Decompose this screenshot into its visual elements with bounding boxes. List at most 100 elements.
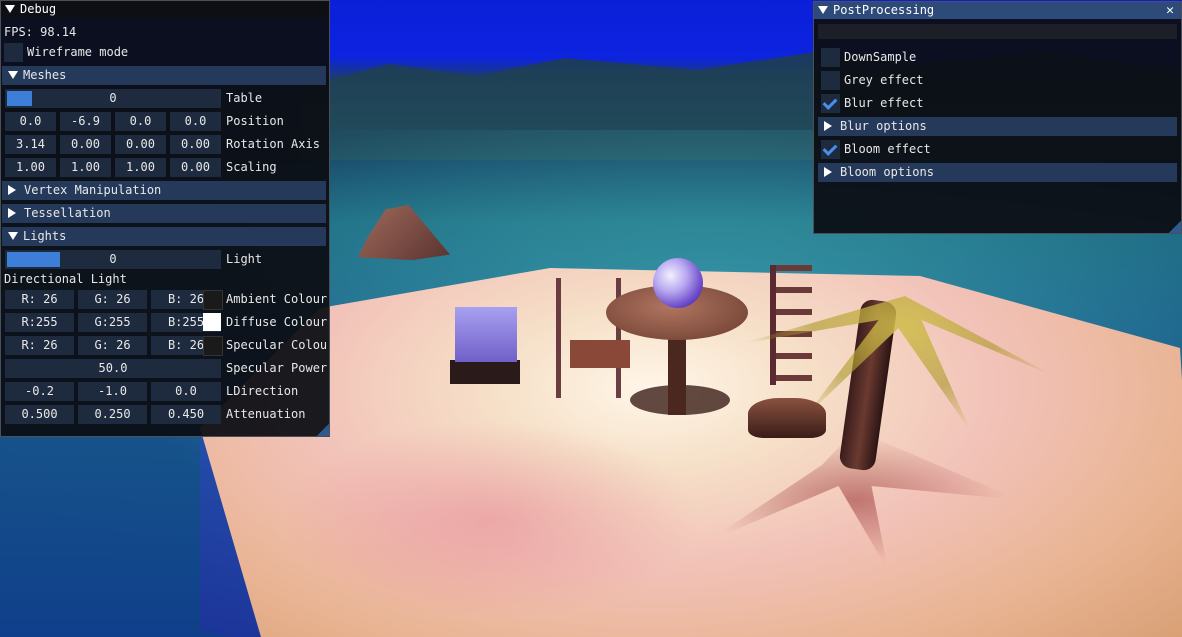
debug-titlebar[interactable]: Debug <box>1 1 329 18</box>
collapse-arrow-icon[interactable] <box>5 5 15 13</box>
blur-checkbox[interactable] <box>821 94 840 113</box>
meshes-header[interactable]: Meshes <box>2 66 326 85</box>
blur-row[interactable]: Blur effect <box>821 94 923 113</box>
attenuation-constant-field[interactable]: 0.500 <box>5 405 74 424</box>
specular-power-field[interactable]: 50.0 <box>5 359 221 378</box>
diffuse-color-swatch[interactable] <box>203 313 221 331</box>
close-icon[interactable]: ✕ <box>1163 2 1177 19</box>
pp-titlebar[interactable]: PostProcessing ✕ <box>814 2 1181 19</box>
collapse-arrow-icon[interactable] <box>818 6 828 14</box>
rotation-z-field[interactable]: 0.00 <box>115 135 166 154</box>
tessellation-header[interactable]: Tessellation <box>2 204 326 223</box>
ldirection-z-field[interactable]: 0.0 <box>151 382 221 401</box>
grey-label: Grey effect <box>844 73 924 87</box>
postprocessing-window[interactable]: PostProcessing ✕ DownSample Grey effect … <box>813 1 1182 234</box>
collapsed-arrow-icon <box>8 185 16 195</box>
expanded-arrow-icon <box>8 232 18 240</box>
ambient-r-field[interactable]: R: 26 <box>5 290 74 309</box>
bloom-options-label: Bloom options <box>840 165 934 179</box>
table-slider-value: 0 <box>109 91 117 105</box>
downsample-label: DownSample <box>844 50 917 64</box>
ambient-color-swatch[interactable] <box>203 290 223 310</box>
vertex-header-label: Vertex Manipulation <box>24 183 162 197</box>
light-label: Light <box>226 252 263 266</box>
ldirection-x-field[interactable]: -0.2 <box>5 382 74 401</box>
sphere <box>653 258 703 308</box>
collapsed-arrow-icon <box>824 121 832 131</box>
attenuation-linear-field[interactable]: 0.250 <box>78 405 147 424</box>
specular-g-field[interactable]: G: 26 <box>78 336 147 355</box>
slider-grab[interactable] <box>7 252 60 267</box>
fps-text: FPS: 98.14 <box>4 25 77 39</box>
scaling-z-field[interactable]: 1.00 <box>115 158 166 177</box>
box-base <box>450 360 520 384</box>
meshes-header-label: Meshes <box>23 68 67 82</box>
ambient-label: Ambient Colour <box>226 292 328 306</box>
ldirection-label: LDirection <box>226 384 299 398</box>
light-slider-value: 0 <box>109 252 117 266</box>
bloom-checkbox[interactable] <box>821 140 840 159</box>
grey-row[interactable]: Grey effect <box>821 71 923 90</box>
directional-light-label: Directional Light <box>4 272 127 286</box>
diffuse-g-field[interactable]: G:255 <box>78 313 147 332</box>
specular-power-label: Specular Power <box>226 361 328 375</box>
tess-header-label: Tessellation <box>24 206 111 220</box>
scaling-w-field[interactable]: 0.00 <box>170 158 221 177</box>
ambient-g-field[interactable]: G: 26 <box>78 290 147 309</box>
pp-title: PostProcessing <box>833 3 935 17</box>
lights-header-label: Lights <box>23 229 67 243</box>
light-slider[interactable]: 0 <box>5 250 221 269</box>
cat <box>748 398 826 438</box>
grey-checkbox[interactable] <box>821 71 840 90</box>
lights-header[interactable]: Lights <box>2 227 326 246</box>
downsample-row[interactable]: DownSample <box>821 48 916 67</box>
specular-r-field[interactable]: R: 26 <box>5 336 74 355</box>
bloom-options-header[interactable]: Bloom options <box>818 163 1177 182</box>
scaling-label: Scaling <box>226 160 277 174</box>
cube <box>455 307 517 362</box>
table-shadow <box>280 420 700 620</box>
attenuation-label: Attenuation <box>226 407 306 421</box>
slider-grab[interactable] <box>7 91 33 106</box>
diffuse-label: Diffuse Colour <box>226 315 328 329</box>
resize-grip-icon[interactable] <box>1169 221 1181 233</box>
position-w-field[interactable]: 0.0 <box>170 112 221 131</box>
rotation-label: Rotation Axis <box>226 137 320 151</box>
expanded-arrow-icon <box>8 71 18 79</box>
debug-window[interactable]: Debug FPS: 98.14 Wireframe mode Meshes 0… <box>0 0 330 437</box>
scaling-y-field[interactable]: 1.00 <box>60 158 111 177</box>
specular-color-swatch[interactable] <box>203 336 223 356</box>
collapsed-arrow-icon <box>824 167 832 177</box>
debug-title: Debug <box>20 2 57 16</box>
pp-separator-band <box>818 24 1177 39</box>
rotation-x-field[interactable]: 3.14 <box>5 135 56 154</box>
position-label: Position <box>226 114 284 128</box>
wireframe-row[interactable]: Wireframe mode <box>4 43 128 62</box>
rotation-w-field[interactable]: 0.00 <box>170 135 221 154</box>
position-x-field[interactable]: 0.0 <box>5 112 56 131</box>
vertex-manipulation-header[interactable]: Vertex Manipulation <box>2 181 326 200</box>
table-leg <box>668 335 686 415</box>
table-label: Table <box>226 91 263 105</box>
position-z-field[interactable]: 0.0 <box>115 112 166 131</box>
position-y-field[interactable]: -6.9 <box>60 112 111 131</box>
chair-left <box>556 278 626 398</box>
attenuation-quadratic-field[interactable]: 0.450 <box>151 405 221 424</box>
ldirection-y-field[interactable]: -1.0 <box>78 382 147 401</box>
blur-label: Blur effect <box>844 96 924 110</box>
collapsed-arrow-icon <box>8 208 16 218</box>
blur-options-label: Blur options <box>840 119 927 133</box>
diffuse-r-field[interactable]: R:255 <box>5 313 74 332</box>
rotation-y-field[interactable]: 0.00 <box>60 135 111 154</box>
wireframe-checkbox[interactable] <box>4 43 23 62</box>
bloom-label: Bloom effect <box>844 142 931 156</box>
scaling-x-field[interactable]: 1.00 <box>5 158 56 177</box>
wireframe-label: Wireframe mode <box>27 45 129 59</box>
table-slider[interactable]: 0 <box>5 89 221 108</box>
blur-options-header[interactable]: Blur options <box>818 117 1177 136</box>
chair-left-seat <box>570 340 630 368</box>
bloom-row[interactable]: Bloom effect <box>821 140 931 159</box>
resize-grip-icon[interactable] <box>317 424 329 436</box>
downsample-checkbox[interactable] <box>821 48 840 67</box>
specular-label: Specular Colour <box>226 338 326 352</box>
